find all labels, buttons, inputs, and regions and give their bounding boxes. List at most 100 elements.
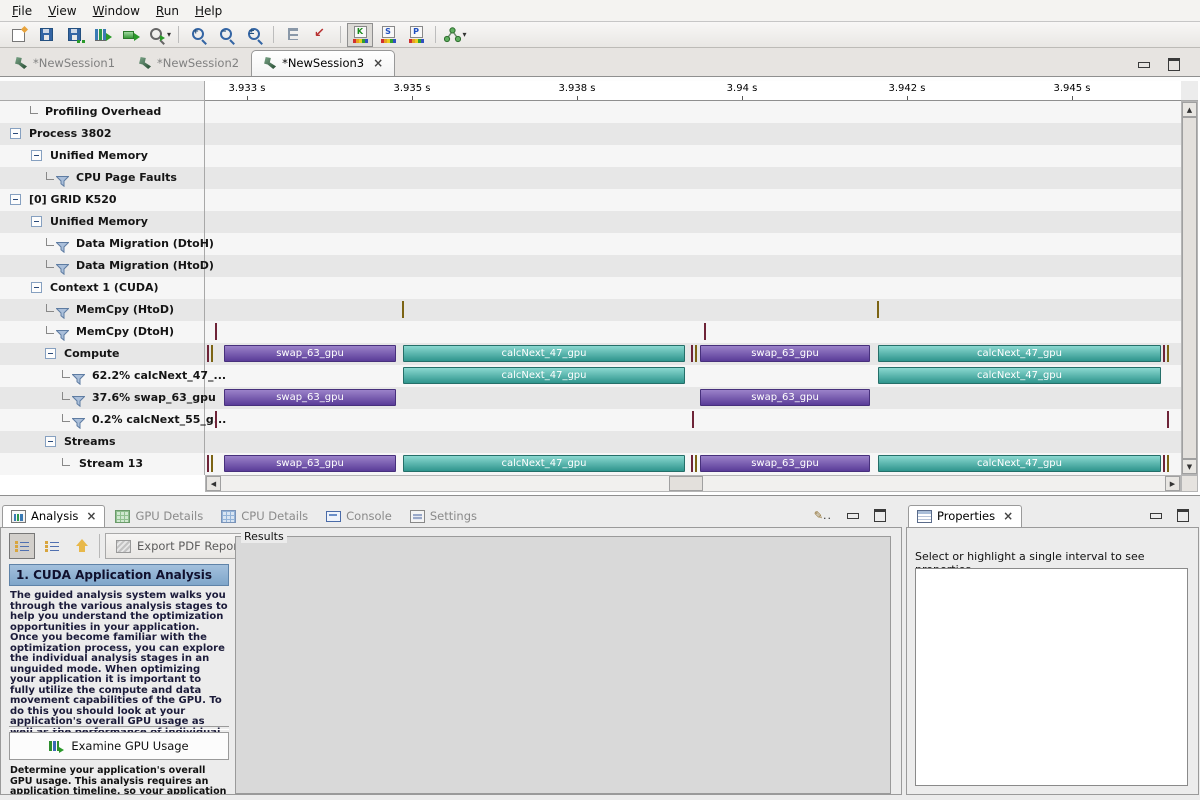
maximize-icon[interactable]	[1177, 509, 1189, 522]
collapse-toggle-icon[interactable]	[45, 436, 56, 447]
export-pdf-button[interactable]: Export PDF Report	[105, 533, 253, 559]
interval-calcnext-47-gpu[interactable]: calcNext_47_gpu	[878, 367, 1161, 384]
filter-icon	[56, 304, 69, 315]
dependency-analysis-button[interactable]: ▾	[442, 23, 468, 47]
menu-view[interactable]: View	[40, 2, 84, 20]
event-tick	[877, 301, 879, 318]
tab-cpu-details[interactable]: CPU Details	[213, 506, 316, 527]
close-tab-icon[interactable]: ×	[86, 510, 96, 522]
tab-console[interactable]: Console	[318, 506, 400, 527]
zoom-out-button[interactable]: −	[213, 23, 239, 47]
tree-item-label: Stream 13	[79, 457, 143, 470]
maximize-icon[interactable]	[1168, 58, 1180, 71]
tab-settings[interactable]: Settings	[402, 506, 485, 527]
profile-application-button[interactable]	[90, 23, 116, 47]
maximize-icon[interactable]	[874, 509, 886, 522]
search-icon	[147, 26, 165, 43]
interval-swap-63-gpu[interactable]: swap_63_gpu	[700, 345, 870, 362]
filter-marker-button[interactable]: ↙	[308, 23, 334, 47]
tree-item-label: 37.6% swap_63_gpu	[92, 391, 216, 404]
close-tab-icon[interactable]: ×	[373, 57, 383, 69]
interval-swap-63-gpu[interactable]: swap_63_gpu	[224, 455, 396, 472]
event-tick	[1167, 455, 1169, 472]
tree-item-0-2-calcnext-55-g[interactable]: 0.2% calcNext_55_g...	[0, 409, 205, 431]
save-all-button[interactable]	[62, 23, 88, 47]
tree-item-unified-memory[interactable]: Unified Memory	[0, 211, 205, 233]
interval-calcnext-47-gpu[interactable]: calcNext_47_gpu	[403, 367, 685, 384]
collapse-toggle-icon[interactable]	[10, 128, 21, 139]
zoom-fit-button[interactable]: ±	[241, 23, 267, 47]
kernel-colors-button[interactable]: K	[347, 23, 373, 47]
minimize-icon[interactable]	[1150, 513, 1162, 519]
scroll-down-button[interactable]: ▼	[1182, 459, 1197, 474]
mark-range-button[interactable]	[280, 23, 306, 47]
tree-item-0-grid-k520[interactable]: [0] GRID K520	[0, 189, 205, 211]
interval-swap-63-gpu[interactable]: swap_63_gpu	[224, 389, 396, 406]
unguided-analysis-view-button[interactable]	[39, 533, 65, 559]
back-up-button[interactable]	[69, 533, 95, 559]
menu-window[interactable]: Window	[85, 2, 148, 20]
tree-item-62-2-calcnext-47[interactable]: 62.2% calcNext_47_...	[0, 365, 205, 387]
tree-item-label: [0] GRID K520	[29, 193, 117, 206]
guided-analysis-view-button[interactable]	[9, 533, 35, 559]
collapse-toggle-icon[interactable]	[10, 194, 21, 205]
minimize-icon[interactable]	[1138, 62, 1150, 68]
interval-swap-63-gpu[interactable]: swap_63_gpu	[700, 455, 870, 472]
tree-item-process-3802[interactable]: Process 3802	[0, 123, 205, 145]
session-tab-newsession2[interactable]: *NewSession2	[127, 51, 250, 76]
tree-item-memcpy-dtoh[interactable]: MemCpy (DtoH)	[0, 321, 205, 343]
menu-help[interactable]: Help	[187, 2, 230, 20]
run-analysis-button[interactable]	[118, 23, 144, 47]
close-tab-icon[interactable]: ×	[1003, 510, 1013, 522]
view-menu-icon[interactable]	[814, 509, 832, 522]
vertical-scrollbar-thumb[interactable]	[1182, 117, 1197, 459]
interval-swap-63-gpu[interactable]: swap_63_gpu	[700, 389, 870, 406]
interval-calcnext-47-gpu[interactable]: calcNext_47_gpu	[878, 455, 1161, 472]
tree-item-profiling-overhead[interactable]: Profiling Overhead	[0, 101, 205, 123]
menu-file[interactable]: File	[4, 2, 40, 20]
tree-item-cpu-page-faults[interactable]: CPU Page Faults	[0, 167, 205, 189]
interval-swap-63-gpu[interactable]: swap_63_gpu	[224, 345, 396, 362]
properties-content: Select or highlight a single interval to…	[906, 527, 1199, 795]
scroll-up-button[interactable]: ▲	[1182, 102, 1197, 117]
process-colors-button[interactable]: P	[403, 23, 429, 47]
tree-item-context-1-cuda[interactable]: Context 1 (CUDA)	[0, 277, 205, 299]
save-button[interactable]	[34, 23, 60, 47]
tree-item-unified-memory[interactable]: Unified Memory	[0, 145, 205, 167]
tree-item-label: CPU Page Faults	[76, 171, 177, 184]
collapse-toggle-icon[interactable]	[45, 348, 56, 359]
session-tab-newsession3[interactable]: *NewSession3×	[251, 50, 395, 76]
event-tick	[691, 455, 693, 472]
tree-item-label: Data Migration (DtoH)	[76, 237, 214, 250]
interval-calcnext-47-gpu[interactable]: calcNext_47_gpu	[403, 345, 685, 362]
tree-item-37-6-swap-63-gpu[interactable]: 37.6% swap_63_gpu	[0, 387, 205, 409]
tree-item-data-migration-htod[interactable]: Data Migration (HtoD)	[0, 255, 205, 277]
tree-item-memcpy-htod[interactable]: MemCpy (HtoD)	[0, 299, 205, 321]
stream-colors-button[interactable]: S	[375, 23, 401, 47]
tree-item-data-migration-dtoh[interactable]: Data Migration (DtoH)	[0, 233, 205, 255]
interval-calcnext-47-gpu[interactable]: calcNext_47_gpu	[403, 455, 685, 472]
tree-item-stream-13[interactable]: Stream 13	[0, 453, 205, 475]
zoom-in-button[interactable]: +	[185, 23, 211, 47]
main-toolbar: ▾ +−± ↙ KSP ▾	[0, 22, 1200, 48]
scroll-left-button[interactable]: ◀	[206, 476, 221, 491]
scroll-right-button[interactable]: ▶	[1165, 476, 1180, 491]
timeline-row-62-2-calcnext-47: 62.2% calcNext_47_... calcNext_47_gpu calc…	[0, 365, 1181, 387]
tab-properties[interactable]: Properties ×	[908, 505, 1022, 527]
tree-item-streams[interactable]: Streams	[0, 431, 205, 453]
tab-gpu-details[interactable]: GPU Details	[107, 506, 211, 527]
search-button[interactable]: ▾	[146, 23, 172, 47]
horizontal-scrollbar-thumb[interactable]	[669, 476, 703, 491]
tree-item-compute[interactable]: Compute	[0, 343, 205, 365]
tab-analysis[interactable]: Analysis ×	[2, 505, 105, 527]
tab-label: Analysis	[31, 509, 78, 523]
collapse-toggle-icon[interactable]	[31, 282, 42, 293]
collapse-toggle-icon[interactable]	[31, 150, 42, 161]
minimize-icon[interactable]	[847, 513, 859, 519]
menu-run[interactable]: Run	[148, 2, 187, 20]
collapse-toggle-icon[interactable]	[31, 216, 42, 227]
session-tab-newsession1[interactable]: *NewSession1	[3, 51, 126, 76]
examine-gpu-usage-button[interactable]: Examine GPU Usage	[9, 732, 229, 760]
interval-calcnext-47-gpu[interactable]: calcNext_47_gpu	[878, 345, 1161, 362]
new-session-button[interactable]	[6, 23, 32, 47]
